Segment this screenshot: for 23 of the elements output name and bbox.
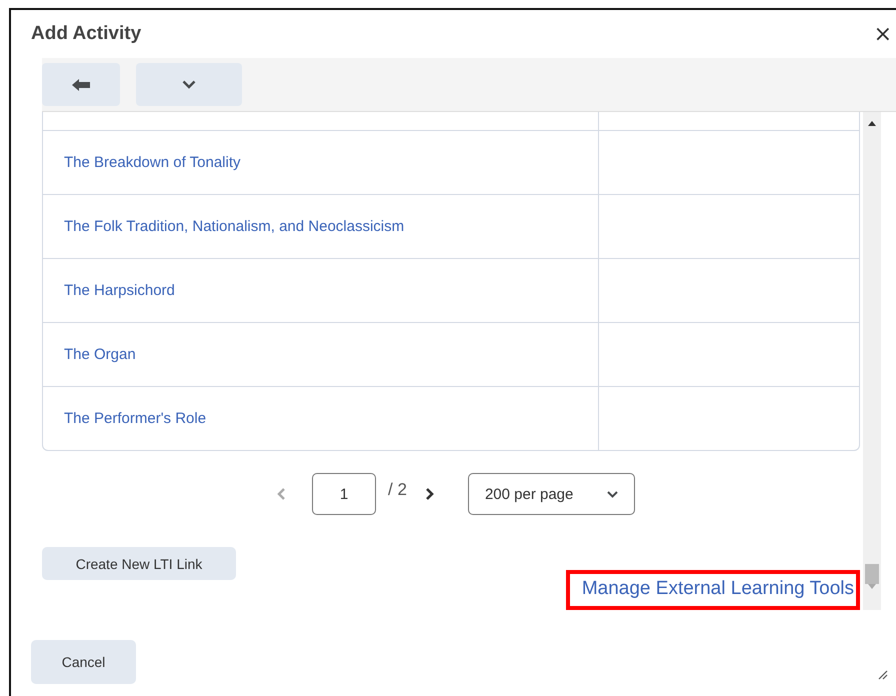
activity-link[interactable]: The Folk Tradition, Nationalism, and Neoclassicism	[64, 218, 404, 235]
scrollbar-thumb[interactable]	[865, 564, 879, 584]
scroll-up-icon[interactable]	[867, 120, 877, 126]
previous-page-icon[interactable]	[277, 487, 286, 501]
page-total: / 2	[388, 480, 407, 500]
activity-link[interactable]: The Performer's Role	[64, 410, 206, 427]
back-arrow-icon	[72, 78, 90, 90]
next-page-icon[interactable]	[424, 487, 434, 501]
scrollbar[interactable]	[863, 112, 881, 610]
close-button[interactable]: ×	[870, 22, 896, 46]
per-page-dropdown[interactable]: 200 per page	[468, 473, 635, 515]
chevron-down-icon	[182, 80, 196, 89]
cancel-button[interactable]: Cancel	[31, 640, 136, 684]
manage-tools-link[interactable]: Manage External Learning Tools	[582, 578, 854, 599]
activity-link[interactable]: The Organ	[64, 346, 136, 363]
create-lti-link-button[interactable]: Create New LTI Link	[42, 547, 236, 580]
resize-grip-icon[interactable]	[876, 668, 888, 680]
page-number-field[interactable]: 1	[312, 473, 376, 515]
back-button[interactable]	[42, 63, 120, 106]
activity-link[interactable]: The Breakdown of Tonality	[64, 154, 240, 171]
chevron-down-icon	[606, 490, 618, 498]
activity-link[interactable]: The Harpsichord	[64, 282, 175, 299]
dialog-title: Add Activity	[31, 23, 142, 45]
